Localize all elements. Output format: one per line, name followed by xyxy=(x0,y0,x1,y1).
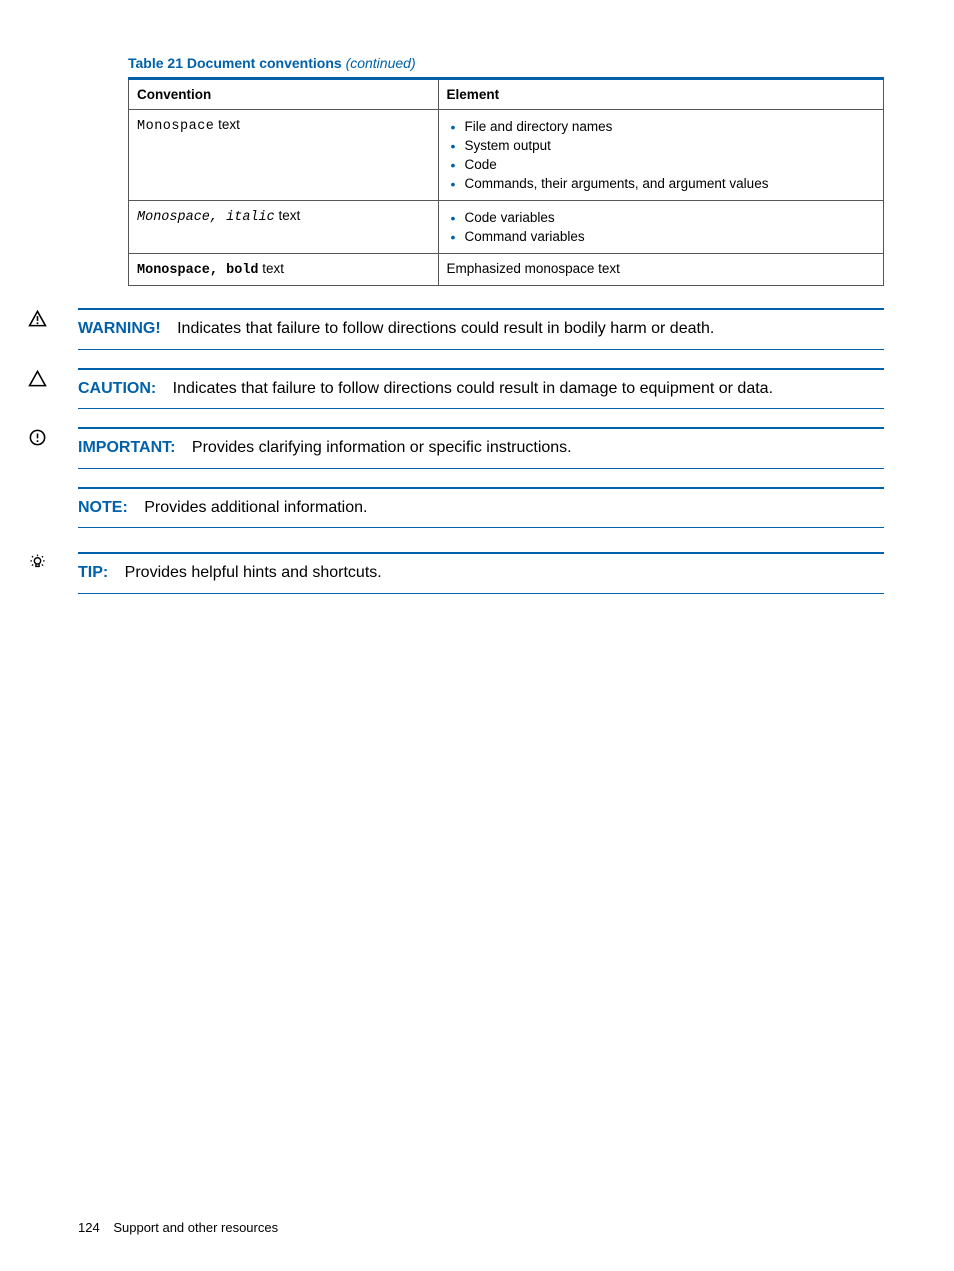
footer-section: Support and other resources xyxy=(113,1220,278,1235)
admonition-text: Provides helpful hints and shortcuts. xyxy=(125,564,382,581)
admonition-tip: TIP: Provides helpful hints and shortcut… xyxy=(28,544,884,604)
table-caption: Table 21 Document conventions (continued… xyxy=(128,55,884,71)
warning-bang-icon xyxy=(28,309,47,333)
plain-text: text xyxy=(275,208,301,223)
caption-suffix: (continued) xyxy=(346,55,416,71)
admonition-text: Indicates that failure to follow directi… xyxy=(177,320,714,337)
admonition-warning: WARNING! Indicates that failure to follo… xyxy=(28,300,884,360)
admonition-text: Indicates that failure to follow directi… xyxy=(173,380,773,397)
cell-convention: Monospace text xyxy=(129,110,439,201)
mono-italic-text: Monospace, italic xyxy=(137,210,275,225)
admonition-important: IMPORTANT: Provides clarifying informati… xyxy=(28,419,884,479)
mono-bold-text: Monospace, bold xyxy=(137,263,259,278)
cell-convention: Monospace, bold text xyxy=(129,254,439,286)
list-item: Code variables xyxy=(465,208,875,227)
admonition-label: TIP: xyxy=(78,564,108,581)
table-header-row: Convention Element xyxy=(129,79,884,110)
conventions-table: Convention Element Monospace text File a… xyxy=(128,77,884,286)
mono-text: Monospace xyxy=(137,119,214,134)
admonition-label: NOTE: xyxy=(78,499,128,516)
element-list: Code variables Command variables xyxy=(447,208,875,246)
list-item: File and directory names xyxy=(465,117,875,136)
list-item: Code xyxy=(465,155,875,174)
admonition-text: Provides clarifying information or speci… xyxy=(192,439,572,456)
admonition-label: CAUTION: xyxy=(78,380,156,397)
warning-triangle-icon xyxy=(28,369,47,393)
cell-element: File and directory names System output C… xyxy=(438,110,883,201)
admonition-caution: CAUTION: Indicates that failure to follo… xyxy=(28,360,884,420)
list-item: Commands, their arguments, and argument … xyxy=(465,174,875,193)
cell-convention: Monospace, italic text xyxy=(129,201,439,254)
tip-bulb-icon xyxy=(28,553,47,577)
table-row: Monospace, bold text Emphasized monospac… xyxy=(129,254,884,286)
page-number: 124 xyxy=(78,1220,100,1235)
page-footer: 124 Support and other resources xyxy=(78,1220,278,1235)
admonition-label: WARNING! xyxy=(78,320,161,337)
caption-prefix: Table 21 Document conventions xyxy=(128,55,342,71)
plain-text: text xyxy=(259,261,285,276)
admonition-label: IMPORTANT: xyxy=(78,439,175,456)
list-item: System output xyxy=(465,136,875,155)
admonition-text: Provides additional information. xyxy=(144,499,367,516)
element-list: File and directory names System output C… xyxy=(447,117,875,193)
cell-element: Code variables Command variables xyxy=(438,201,883,254)
col-header-element: Element xyxy=(438,79,883,110)
table-row: Monospace text File and directory names … xyxy=(129,110,884,201)
circle-exclamation-icon xyxy=(28,428,47,452)
col-header-convention: Convention xyxy=(129,79,439,110)
list-item: Command variables xyxy=(465,227,875,246)
cell-element: Emphasized monospace text xyxy=(438,254,883,286)
admonition-note: NOTE: Provides additional information. xyxy=(28,479,884,539)
plain-text: text xyxy=(214,117,240,132)
table-row: Monospace, italic text Code variables Co… xyxy=(129,201,884,254)
